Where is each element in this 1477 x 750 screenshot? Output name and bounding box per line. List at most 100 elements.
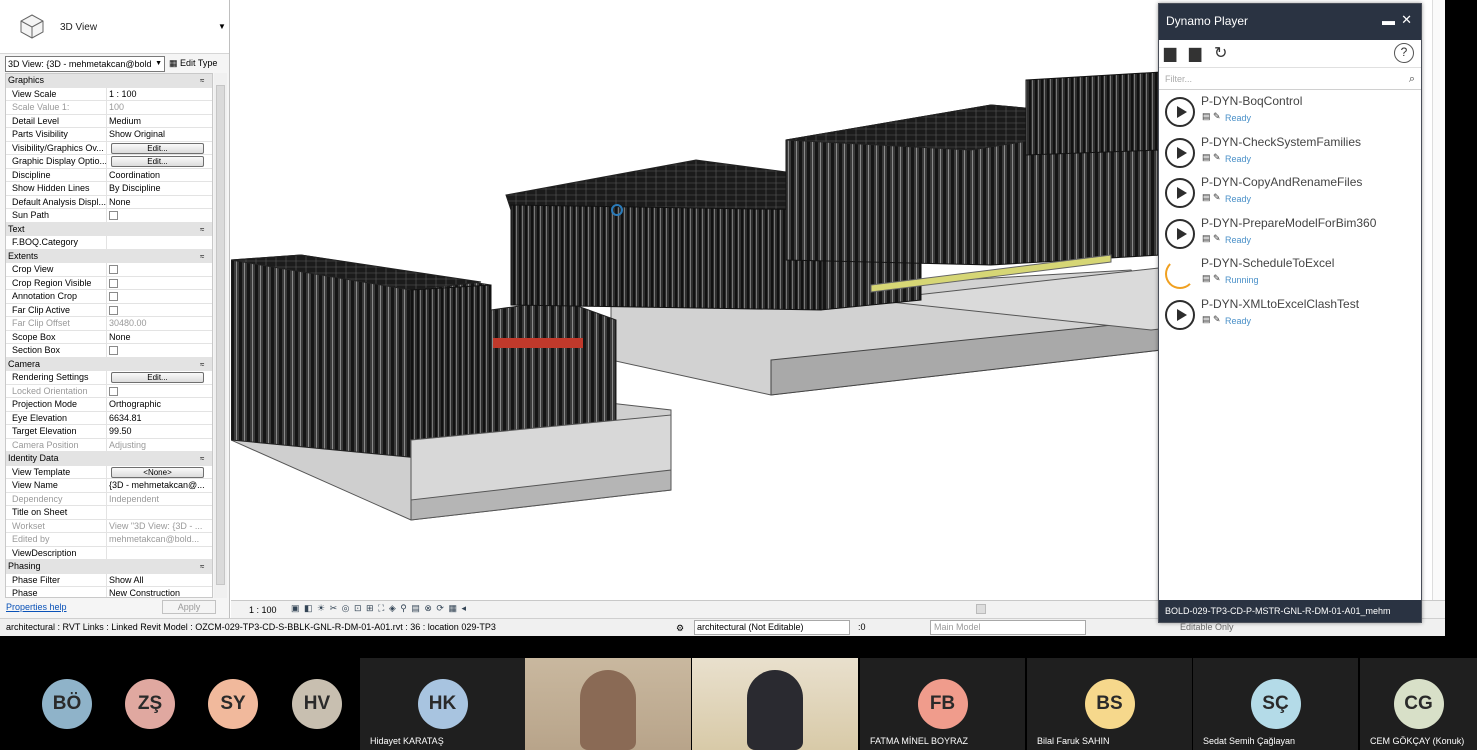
property-row[interactable]: View Template <None> <box>6 465 212 479</box>
property-row[interactable]: Graphic Display Optio... Edit... <box>6 155 212 169</box>
chevron-down-icon[interactable]: ▼ <box>218 22 226 31</box>
property-checkbox[interactable] <box>109 211 118 220</box>
dynamo-script-item[interactable]: P-DYN-XMLtoExcelClashTest ▤ ✎ Ready <box>1165 297 1415 337</box>
property-row[interactable]: Rendering Settings Edit... <box>6 371 212 385</box>
property-checkbox[interactable] <box>109 292 118 301</box>
running-spinner-icon[interactable] <box>1165 259 1195 289</box>
property-row[interactable]: Detail Level Medium <box>6 114 212 128</box>
edit-pencil-icon[interactable]: ▤ ✎ <box>1202 273 1221 284</box>
participant-video[interactable] <box>525 658 691 750</box>
participant-tile[interactable]: SÇ Sedat Semih Çağlayan <box>1193 658 1358 750</box>
scrollbar-thumb[interactable] <box>216 85 225 585</box>
folder-share-icon[interactable]: ▆ <box>1189 43 1201 63</box>
type-selector[interactable]: 3D View ▼ <box>0 0 229 54</box>
help-icon[interactable]: ? <box>1394 43 1414 63</box>
property-checkbox[interactable] <box>109 386 118 396</box>
property-row[interactable]: Annotation Crop <box>6 290 212 304</box>
instance-selector[interactable]: 3D View: {3D - mehmetakcan@bold ▼ <box>5 56 165 72</box>
properties-scrollbar[interactable] <box>214 73 227 598</box>
property-row[interactable]: Edited by mehmetakcan@bold... <box>6 533 212 547</box>
participant-tile[interactable]: BÖ <box>42 658 92 750</box>
design-option-dropdown[interactable]: Main Model <box>930 620 1086 635</box>
apply-button[interactable]: Apply <box>162 600 216 614</box>
property-row[interactable]: Section Box <box>6 344 212 358</box>
property-checkbox[interactable] <box>109 346 118 355</box>
dynamo-script-item[interactable]: P-DYN-CopyAndRenameFiles ▤ ✎ Ready <box>1165 175 1415 215</box>
collapse-icon[interactable]: ≈ <box>198 560 212 573</box>
dynamo-script-item[interactable]: P-DYN-BoqControl ▤ ✎ Ready <box>1165 94 1415 134</box>
play-icon[interactable] <box>1165 299 1195 330</box>
property-row[interactable]: Phase New Construction <box>6 587 212 597</box>
participant-tile[interactable]: CG CEM GÖKÇAY (Konuk) <box>1360 658 1477 750</box>
property-row[interactable]: Dependency Independent <box>6 492 212 506</box>
participant-tile[interactable]: HV <box>292 658 342 750</box>
properties-help-link[interactable]: Properties help <box>6 602 67 612</box>
property-group-header[interactable]: Text ≈ <box>6 222 212 236</box>
property-row[interactable]: Crop Region Visible <box>6 276 212 290</box>
property-row[interactable]: Discipline Coordination <box>6 168 212 182</box>
collapse-icon[interactable]: ≈ <box>198 358 212 371</box>
edit-pencil-icon[interactable]: ▤ ✎ <box>1202 314 1221 325</box>
property-group-header[interactable]: Graphics ≈ <box>6 74 212 88</box>
edit-pencil-icon[interactable]: ▤ ✎ <box>1202 152 1221 163</box>
participant-tile[interactable]: FB FATMA MİNEL BOYRAZ <box>860 658 1025 750</box>
property-row[interactable]: Default Analysis Displ... None <box>6 195 212 209</box>
view-control-icons[interactable]: ▣ ◧ ☀ ✂ ◎ ⊡ ⊞ ⛶ ◈ ⚲ ▤ ⊗ ⟳ ▦ ◂ <box>291 603 467 614</box>
collapse-icon[interactable]: ≈ <box>198 452 212 465</box>
workset-dropdown[interactable]: architectural (Not Editable) <box>694 620 850 635</box>
edit-pencil-icon[interactable]: ▤ ✎ <box>1202 192 1221 203</box>
edit-button[interactable]: Edit... <box>111 372 204 383</box>
edit-button[interactable]: Edit... <box>111 142 204 154</box>
search-icon[interactable]: ⌕ <box>1409 68 1415 90</box>
play-icon[interactable] <box>1165 137 1195 168</box>
dynamo-script-item[interactable]: P-DYN-PrepareModelForBim360 ▤ ✎ Ready <box>1165 216 1415 256</box>
collapse-icon[interactable]: ≈ <box>198 223 212 236</box>
property-row[interactable]: Show Hidden Lines By Discipline <box>6 182 212 196</box>
property-row[interactable]: Scope Box None <box>6 330 212 344</box>
filter-input[interactable]: Filter... ⌕ <box>1159 68 1421 90</box>
property-row[interactable]: F.BOQ.Category <box>6 236 212 250</box>
play-icon[interactable] <box>1165 97 1195 127</box>
property-row[interactable]: Scale Value 1: 100 <box>6 101 212 115</box>
dynamo-script-item[interactable]: P-DYN-CheckSystemFamilies ▤ ✎ Ready <box>1165 135 1415 175</box>
property-row[interactable]: Target Elevation 99.50 <box>6 425 212 439</box>
property-group-header[interactable]: Identity Data ≈ <box>6 452 212 466</box>
edit-button[interactable]: <None> <box>111 466 204 478</box>
property-group-header[interactable]: Camera ≈ <box>6 357 212 371</box>
property-group-header[interactable]: Extents ≈ <box>6 249 212 263</box>
participant-tile[interactable]: BS Bilal Faruk SAHIN <box>1027 658 1192 750</box>
play-icon[interactable] <box>1165 178 1195 208</box>
folder-icon[interactable]: ▆ <box>1164 43 1176 63</box>
property-row[interactable]: Locked Orientation <box>6 384 212 398</box>
refresh-icon[interactable]: ↻ <box>1214 43 1227 63</box>
property-row[interactable]: Crop View <box>6 263 212 277</box>
property-row[interactable]: View Scale 1 : 100 <box>6 87 212 101</box>
play-icon[interactable] <box>1165 218 1195 249</box>
property-row[interactable]: Projection Mode Orthographic <box>6 398 212 412</box>
property-row[interactable]: Far Clip Active <box>6 303 212 317</box>
property-row[interactable]: Sun Path <box>6 209 212 223</box>
participant-video[interactable] <box>692 658 858 750</box>
property-checkbox[interactable] <box>109 278 118 288</box>
chevron-down-icon[interactable]: ▼ <box>155 57 162 71</box>
property-row[interactable]: Title on Sheet <box>6 506 212 520</box>
horizontal-scroll-thumb[interactable] <box>976 604 986 614</box>
property-row[interactable]: Camera Position Adjusting <box>6 438 212 452</box>
property-row[interactable]: Parts Visibility Show Original <box>6 128 212 142</box>
participant-tile[interactable]: ZŞ <box>125 658 175 750</box>
canvas-vertical-scrollbar[interactable] <box>1432 0 1445 600</box>
property-group-header[interactable]: Phasing ≈ <box>6 560 212 574</box>
edit-pencil-icon[interactable]: ▤ ✎ <box>1202 111 1221 122</box>
participant-tile[interactable]: SY <box>208 658 258 750</box>
property-row[interactable]: Far Clip Offset 30480.00 <box>6 317 212 331</box>
property-row[interactable]: View Name {3D - mehmetakcan@... <box>6 479 212 493</box>
edit-button[interactable]: Edit... <box>111 156 204 167</box>
close-icon[interactable]: ✕ <box>1401 3 1412 37</box>
participant-tile[interactable]: HK Hidayet KARATAŞ <box>360 658 525 750</box>
view-scale[interactable]: 1 : 100 <box>249 605 277 615</box>
dynamo-script-item[interactable]: P-DYN-ScheduleToExcel ▤ ✎ Running <box>1165 256 1415 296</box>
minimize-icon[interactable]: ▬ <box>1382 4 1395 38</box>
property-checkbox[interactable] <box>109 265 118 274</box>
property-checkbox[interactable] <box>109 305 118 315</box>
property-row[interactable]: Phase Filter Show All <box>6 573 212 587</box>
